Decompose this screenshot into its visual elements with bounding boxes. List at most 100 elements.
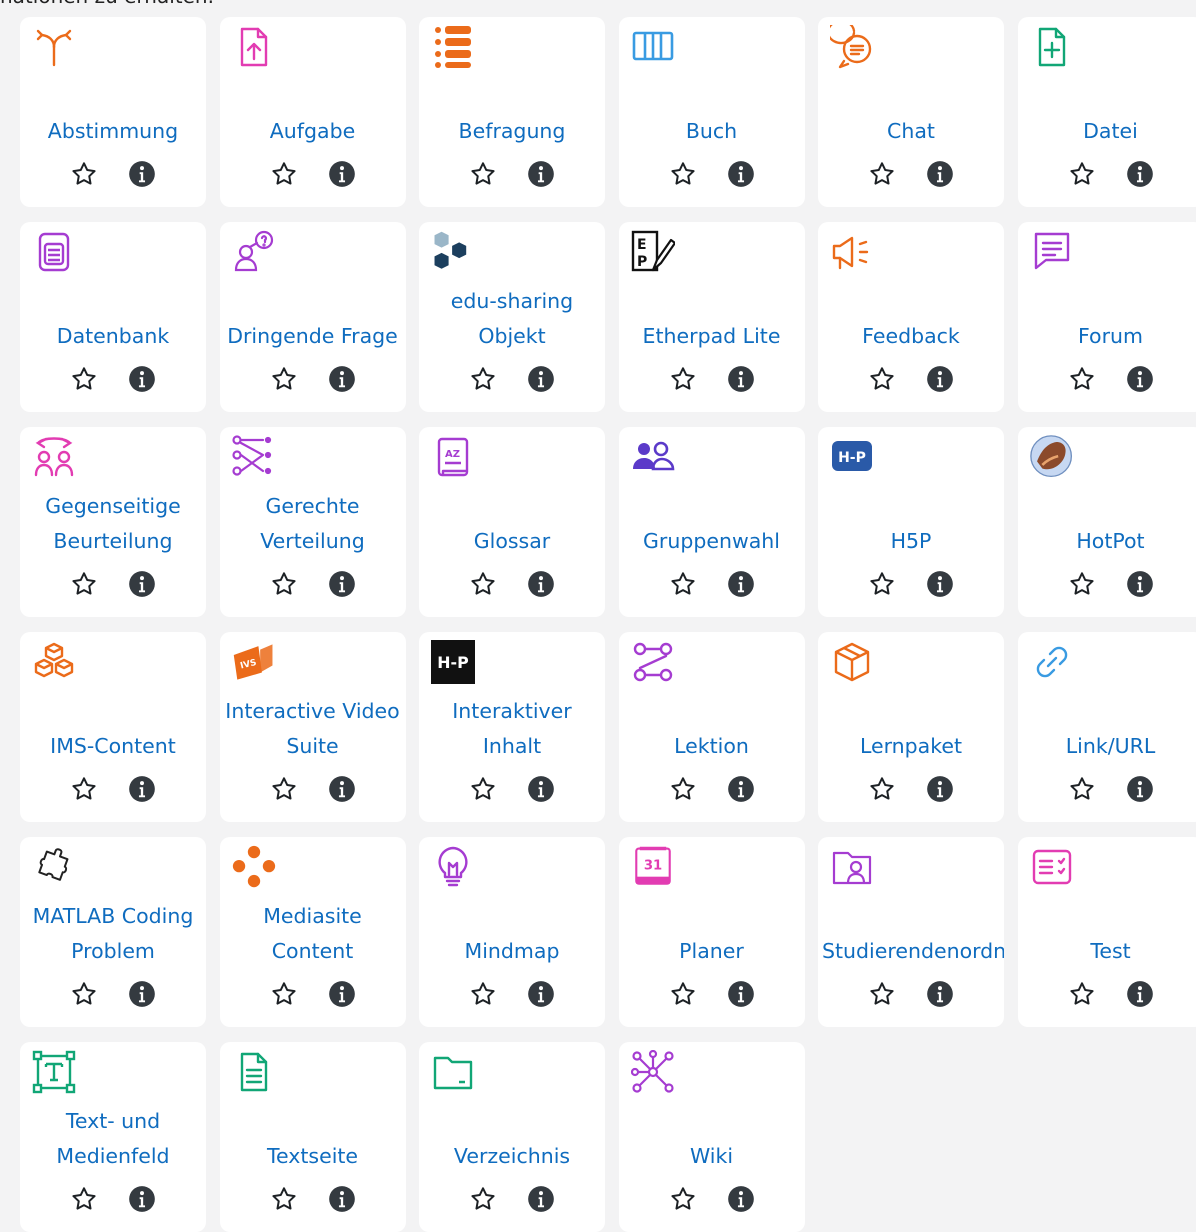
info-icon[interactable] bbox=[1126, 775, 1154, 803]
activity-label[interactable]: H5P bbox=[818, 524, 1004, 559]
star-icon[interactable] bbox=[868, 160, 896, 188]
star-icon[interactable] bbox=[469, 160, 497, 188]
activity-label[interactable]: Lektion bbox=[619, 729, 805, 764]
star-icon[interactable] bbox=[270, 980, 298, 1008]
star-icon[interactable] bbox=[270, 775, 298, 803]
activity-card[interactable]: Datei bbox=[1018, 17, 1196, 207]
star-icon[interactable] bbox=[1068, 980, 1096, 1008]
activity-card[interactable]: Befragung bbox=[419, 17, 605, 207]
activity-label[interactable]: Studierendenordner bbox=[818, 934, 1004, 969]
activity-card[interactable]: MATLAB Coding Problem bbox=[20, 837, 206, 1027]
activity-label[interactable]: Datei bbox=[1018, 114, 1196, 149]
activity-label[interactable]: Mediasite Content bbox=[220, 899, 406, 969]
star-icon[interactable] bbox=[1068, 160, 1096, 188]
info-icon[interactable] bbox=[128, 1185, 156, 1213]
activity-card[interactable]: IVSInteractive Video Suite bbox=[220, 632, 406, 822]
activity-label[interactable]: Gerechte Verteilung bbox=[220, 489, 406, 559]
activity-card[interactable]: Textseite bbox=[220, 1042, 406, 1232]
activity-label[interactable]: Lernpaket bbox=[818, 729, 1004, 764]
star-icon[interactable] bbox=[270, 1185, 298, 1213]
info-icon[interactable] bbox=[727, 1185, 755, 1213]
activity-card[interactable]: HotPot bbox=[1018, 427, 1196, 617]
activity-label[interactable]: Link/URL bbox=[1018, 729, 1196, 764]
star-icon[interactable] bbox=[868, 980, 896, 1008]
star-icon[interactable] bbox=[669, 980, 697, 1008]
info-icon[interactable] bbox=[727, 160, 755, 188]
activity-card[interactable]: Forum bbox=[1018, 222, 1196, 412]
info-icon[interactable] bbox=[128, 570, 156, 598]
info-icon[interactable] bbox=[128, 160, 156, 188]
star-icon[interactable] bbox=[868, 570, 896, 598]
activity-card[interactable]: Test bbox=[1018, 837, 1196, 1027]
activity-card[interactable]: AZGlossar bbox=[419, 427, 605, 617]
info-icon[interactable] bbox=[128, 980, 156, 1008]
activity-card[interactable]: Datenbank bbox=[20, 222, 206, 412]
star-icon[interactable] bbox=[469, 775, 497, 803]
info-icon[interactable] bbox=[926, 570, 954, 598]
info-icon[interactable] bbox=[328, 1185, 356, 1213]
star-icon[interactable] bbox=[70, 980, 98, 1008]
activity-label[interactable]: HotPot bbox=[1018, 524, 1196, 559]
activity-card[interactable]: IMS-Content bbox=[20, 632, 206, 822]
activity-label[interactable]: Aufgabe bbox=[220, 114, 406, 149]
info-icon[interactable] bbox=[328, 365, 356, 393]
activity-card[interactable]: Gerechte Verteilung bbox=[220, 427, 406, 617]
star-icon[interactable] bbox=[868, 775, 896, 803]
info-icon[interactable] bbox=[128, 365, 156, 393]
star-icon[interactable] bbox=[469, 980, 497, 1008]
activity-label[interactable]: Wiki bbox=[619, 1139, 805, 1174]
activity-label[interactable]: Textseite bbox=[220, 1139, 406, 1174]
info-icon[interactable] bbox=[727, 570, 755, 598]
star-icon[interactable] bbox=[868, 365, 896, 393]
star-icon[interactable] bbox=[70, 1185, 98, 1213]
activity-label[interactable]: Befragung bbox=[419, 114, 605, 149]
star-icon[interactable] bbox=[70, 160, 98, 188]
star-icon[interactable] bbox=[270, 365, 298, 393]
activity-card[interactable]: H-PH5P bbox=[818, 427, 1004, 617]
info-icon[interactable] bbox=[328, 160, 356, 188]
star-icon[interactable] bbox=[669, 570, 697, 598]
info-icon[interactable] bbox=[926, 775, 954, 803]
star-icon[interactable] bbox=[270, 570, 298, 598]
activity-label[interactable]: edu-sharing Objekt bbox=[419, 284, 605, 354]
info-icon[interactable] bbox=[926, 160, 954, 188]
star-icon[interactable] bbox=[469, 570, 497, 598]
activity-label[interactable]: Chat bbox=[818, 114, 1004, 149]
info-icon[interactable] bbox=[1126, 570, 1154, 598]
activity-label[interactable]: Etherpad Lite bbox=[619, 319, 805, 354]
info-icon[interactable] bbox=[128, 775, 156, 803]
activity-label[interactable]: Gegenseitige Beurteilung bbox=[20, 489, 206, 559]
activity-label[interactable]: Mindmap bbox=[419, 934, 605, 969]
star-icon[interactable] bbox=[70, 775, 98, 803]
activity-label[interactable]: Glossar bbox=[419, 524, 605, 559]
activity-label[interactable]: Buch bbox=[619, 114, 805, 149]
activity-card[interactable]: Gruppenwahl bbox=[619, 427, 805, 617]
activity-label[interactable]: Test bbox=[1018, 934, 1196, 969]
activity-card[interactable]: Lektion bbox=[619, 632, 805, 822]
info-icon[interactable] bbox=[1126, 365, 1154, 393]
star-icon[interactable] bbox=[669, 365, 697, 393]
star-icon[interactable] bbox=[270, 160, 298, 188]
activity-label[interactable]: Dringende Frage bbox=[220, 319, 406, 354]
info-icon[interactable] bbox=[727, 365, 755, 393]
info-icon[interactable] bbox=[926, 980, 954, 1008]
info-icon[interactable] bbox=[328, 570, 356, 598]
activity-label[interactable]: IMS-Content bbox=[20, 729, 206, 764]
activity-card[interactable]: Abstimmung bbox=[20, 17, 206, 207]
activity-label[interactable]: Planer bbox=[619, 934, 805, 969]
star-icon[interactable] bbox=[1068, 365, 1096, 393]
activity-card[interactable]: Wiki bbox=[619, 1042, 805, 1232]
star-icon[interactable] bbox=[469, 365, 497, 393]
info-icon[interactable] bbox=[527, 365, 555, 393]
star-icon[interactable] bbox=[669, 1185, 697, 1213]
info-icon[interactable] bbox=[527, 775, 555, 803]
info-icon[interactable] bbox=[926, 365, 954, 393]
info-icon[interactable] bbox=[527, 160, 555, 188]
activity-label[interactable]: Text- und Medienfeld bbox=[20, 1104, 206, 1174]
info-icon[interactable] bbox=[328, 980, 356, 1008]
info-icon[interactable] bbox=[527, 1185, 555, 1213]
activity-label[interactable]: Forum bbox=[1018, 319, 1196, 354]
activity-card[interactable]: 31Planer bbox=[619, 837, 805, 1027]
activity-card[interactable]: Aufgabe bbox=[220, 17, 406, 207]
activity-label[interactable]: Verzeichnis bbox=[419, 1139, 605, 1174]
